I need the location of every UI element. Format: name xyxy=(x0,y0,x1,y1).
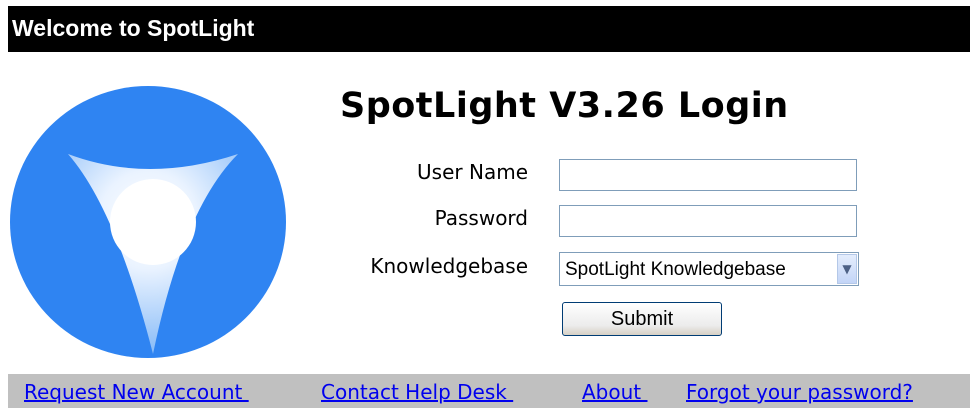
knowledgebase-select[interactable]: SpotLight Knowledgebase ▼ xyxy=(559,252,859,286)
header-bar: Welcome to SpotLight xyxy=(8,6,970,52)
knowledgebase-label: Knowledgebase xyxy=(370,254,528,278)
login-page: Welcome to SpotLight SpotLight V3.26 Log… xyxy=(0,0,970,408)
header-title: Welcome to SpotLight xyxy=(12,15,255,41)
request-new-account-link[interactable]: Request New Account xyxy=(24,380,249,404)
login-title: SpotLight V3.26 Login xyxy=(340,86,789,126)
password-field[interactable] xyxy=(559,205,857,237)
about-link[interactable]: About xyxy=(582,380,648,404)
footer-links-bar: Request New Account Contact Help Desk Ab… xyxy=(8,374,970,408)
submit-button[interactable]: Submit xyxy=(562,302,722,336)
username-label: User Name xyxy=(417,160,528,184)
spotlight-logo-icon xyxy=(10,86,286,358)
chevron-down-icon[interactable]: ▼ xyxy=(837,254,857,284)
contact-help-desk-link[interactable]: Contact Help Desk xyxy=(321,380,513,404)
username-field[interactable] xyxy=(559,159,857,191)
knowledgebase-selected-value: SpotLight Knowledgebase xyxy=(565,259,786,280)
password-label: Password xyxy=(434,206,528,230)
forgot-password-link[interactable]: Forgot your password? xyxy=(686,380,913,404)
